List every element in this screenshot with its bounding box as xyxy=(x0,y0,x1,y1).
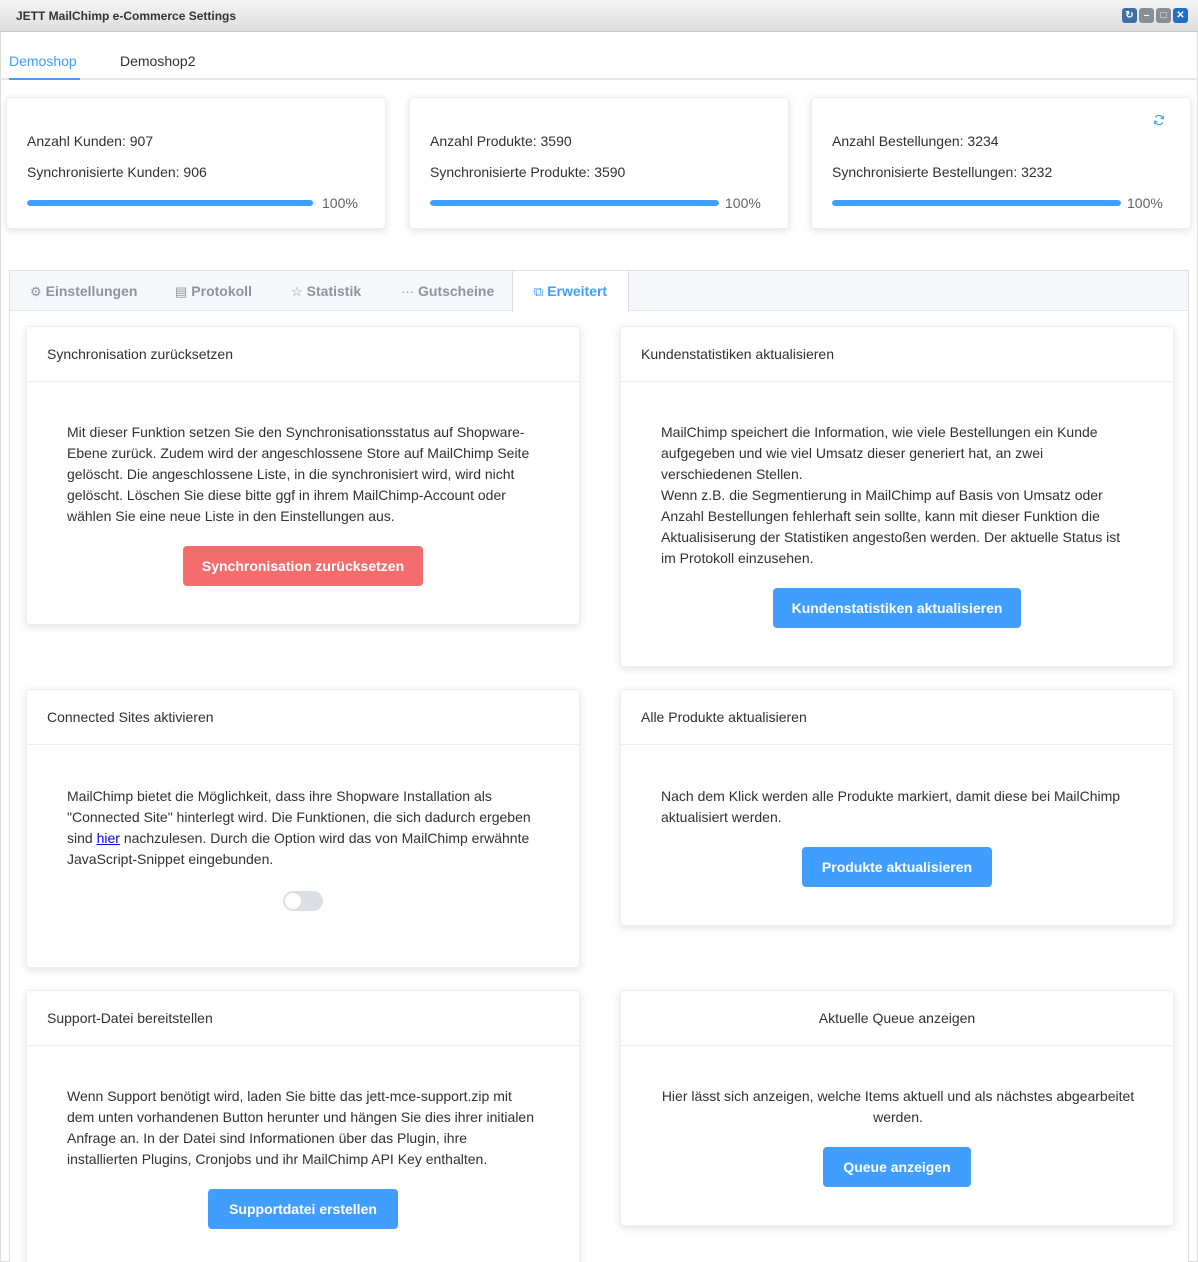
window-title: JETT MailChimp e-Commerce Settings xyxy=(16,9,237,23)
tab-protokoll[interactable]: ▤ Protokoll xyxy=(175,271,252,311)
tab-statistik[interactable]: ☆ Statistik xyxy=(291,271,361,311)
tab-einstellungen-label: Einstellungen xyxy=(45,283,138,299)
customers-progress-fill xyxy=(27,200,314,206)
window-titlebar: JETT MailChimp e-Commerce Settings ↻ – □… xyxy=(0,0,1198,32)
toggle-knob xyxy=(285,893,301,909)
card-reset-sync-text: Mit dieser Funktion setzen Sie den Synch… xyxy=(67,424,530,524)
star-icon: ☆ xyxy=(291,284,303,299)
products-total: Anzahl Produkte: 3590 xyxy=(430,133,572,149)
external-edit-icon: ⧉ xyxy=(533,284,544,299)
card-support-file: Support-Datei bereitstellen Wenn Support… xyxy=(26,990,580,1262)
connected-sites-info-link[interactable]: hier xyxy=(97,830,120,846)
customers-progress-bar xyxy=(27,200,316,206)
refresh-icon[interactable] xyxy=(1153,114,1165,126)
window-close-icon[interactable]: ✕ xyxy=(1173,8,1188,23)
card-update-products: Alle Produkte aktualisieren Nach dem Kli… xyxy=(620,689,1174,926)
card-customer-stats: Kundenstatistiken aktualisieren MailChim… xyxy=(620,326,1174,667)
tab-statistik-label: Statistik xyxy=(306,283,362,299)
window-refresh-icon[interactable]: ↻ xyxy=(1122,8,1137,23)
tab-demoshop[interactable]: Demoshop xyxy=(9,53,77,69)
window-maximize-icon[interactable]: □ xyxy=(1156,8,1171,23)
document-icon: ▤ xyxy=(175,284,188,299)
card-support-file-title: Support-Datei bereitstellen xyxy=(27,991,579,1046)
orders-progress-fill xyxy=(832,200,1121,206)
card-show-queue-text: Hier lässt sich anzeigen, welche Items a… xyxy=(661,1088,1135,1125)
tab-einstellungen[interactable]: ⚙ Einstellungen xyxy=(30,271,137,311)
orders-progress-bar xyxy=(832,200,1121,206)
update-products-button[interactable]: Produkte aktualisieren xyxy=(802,847,992,887)
card-connected-sites-title: Connected Sites aktivieren xyxy=(27,690,579,745)
card-connected-sites-text: MailChimp bietet die Möglichkeit, dass i… xyxy=(67,786,541,870)
card-support-file-text: Wenn Support benötigt wird, laden Sie bi… xyxy=(67,1088,534,1167)
card-reset-sync-title: Synchronisation zurücksetzen xyxy=(27,327,579,382)
card-update-products-text: Nach dem Klick werden alle Produkte mark… xyxy=(661,788,1121,825)
products-progress-label: 100% xyxy=(725,195,761,211)
orders-total: Anzahl Bestellungen: 3234 xyxy=(832,133,999,149)
orders-synced: Synchronisierte Bestellungen: 3232 xyxy=(832,164,1053,180)
tab-erweitert[interactable]: ⧉ Erweitert xyxy=(512,271,629,312)
card-update-products-title: Alle Produkte aktualisieren xyxy=(621,690,1173,745)
customers-progress-label: 100% xyxy=(322,195,358,211)
stat-card-orders: Anzahl Bestellungen: 3234 Synchronisiert… xyxy=(811,97,1191,229)
card-customer-stats-title: Kundenstatistiken aktualisieren xyxy=(621,327,1173,382)
more-icon: ··· xyxy=(401,284,414,299)
settings-tabbar: ⚙ Einstellungen ▤ Protokoll ☆ Statistik ···… xyxy=(10,271,1188,312)
shop-tabs: Demoshop Demoshop2 xyxy=(0,32,1198,80)
card-connected-sites: Connected Sites aktivieren MailChimp bie… xyxy=(26,689,580,968)
gear-icon: ⚙ xyxy=(30,284,42,299)
card-customer-stats-text: MailChimp speichert die Information, wie… xyxy=(661,422,1135,569)
tab-erweitert-label: Erweitert xyxy=(547,283,608,299)
orders-progress-label: 100% xyxy=(1127,195,1163,211)
products-progress-bar xyxy=(430,200,719,206)
card-show-queue-title: Aktuelle Queue anzeigen xyxy=(621,991,1173,1046)
tab-gutscheine[interactable]: ··· Gutscheine xyxy=(401,271,494,311)
connected-sites-text-after: nachzulesen. Durch die Option wird das v… xyxy=(67,830,530,867)
customers-total: Anzahl Kunden: 907 xyxy=(27,133,154,149)
stat-card-customers: Anzahl Kunden: 907 Synchronisierte Kunde… xyxy=(6,97,386,229)
tab-demoshop2[interactable]: Demoshop2 xyxy=(120,53,196,69)
card-reset-sync: Synchronisation zurücksetzen Mit dieser … xyxy=(26,326,580,625)
window-minimize-icon[interactable]: – xyxy=(1139,8,1154,23)
reset-sync-button[interactable]: Synchronisation zurücksetzen xyxy=(183,546,423,586)
window-controls: ↻ – □ ✕ xyxy=(1122,8,1188,23)
card-show-queue: Aktuelle Queue anzeigen Hier lässt sich … xyxy=(620,990,1174,1226)
update-customer-stats-button[interactable]: Kundenstatistiken aktualisieren xyxy=(773,588,1021,628)
products-synced: Synchronisierte Produkte: 3590 xyxy=(430,164,626,180)
tab-gutscheine-label: Gutscheine xyxy=(418,283,495,299)
show-queue-button[interactable]: Queue anzeigen xyxy=(823,1147,971,1187)
create-support-file-button[interactable]: Supportdatei erstellen xyxy=(208,1189,398,1229)
stat-card-products: Anzahl Produkte: 3590 Synchronisierte Pr… xyxy=(409,97,789,229)
active-tab-indicator xyxy=(9,78,80,80)
customer-stats-text-2: Wenn z.B. die Segmentierung in MailChimp… xyxy=(661,487,1121,566)
customer-stats-text-1: MailChimp speichert die Information, wie… xyxy=(661,424,1098,482)
customers-synced: Synchronisierte Kunden: 906 xyxy=(27,164,207,180)
tab-protokoll-label: Protokoll xyxy=(191,283,252,299)
connected-sites-toggle[interactable] xyxy=(283,891,323,911)
products-progress-fill xyxy=(430,200,719,206)
